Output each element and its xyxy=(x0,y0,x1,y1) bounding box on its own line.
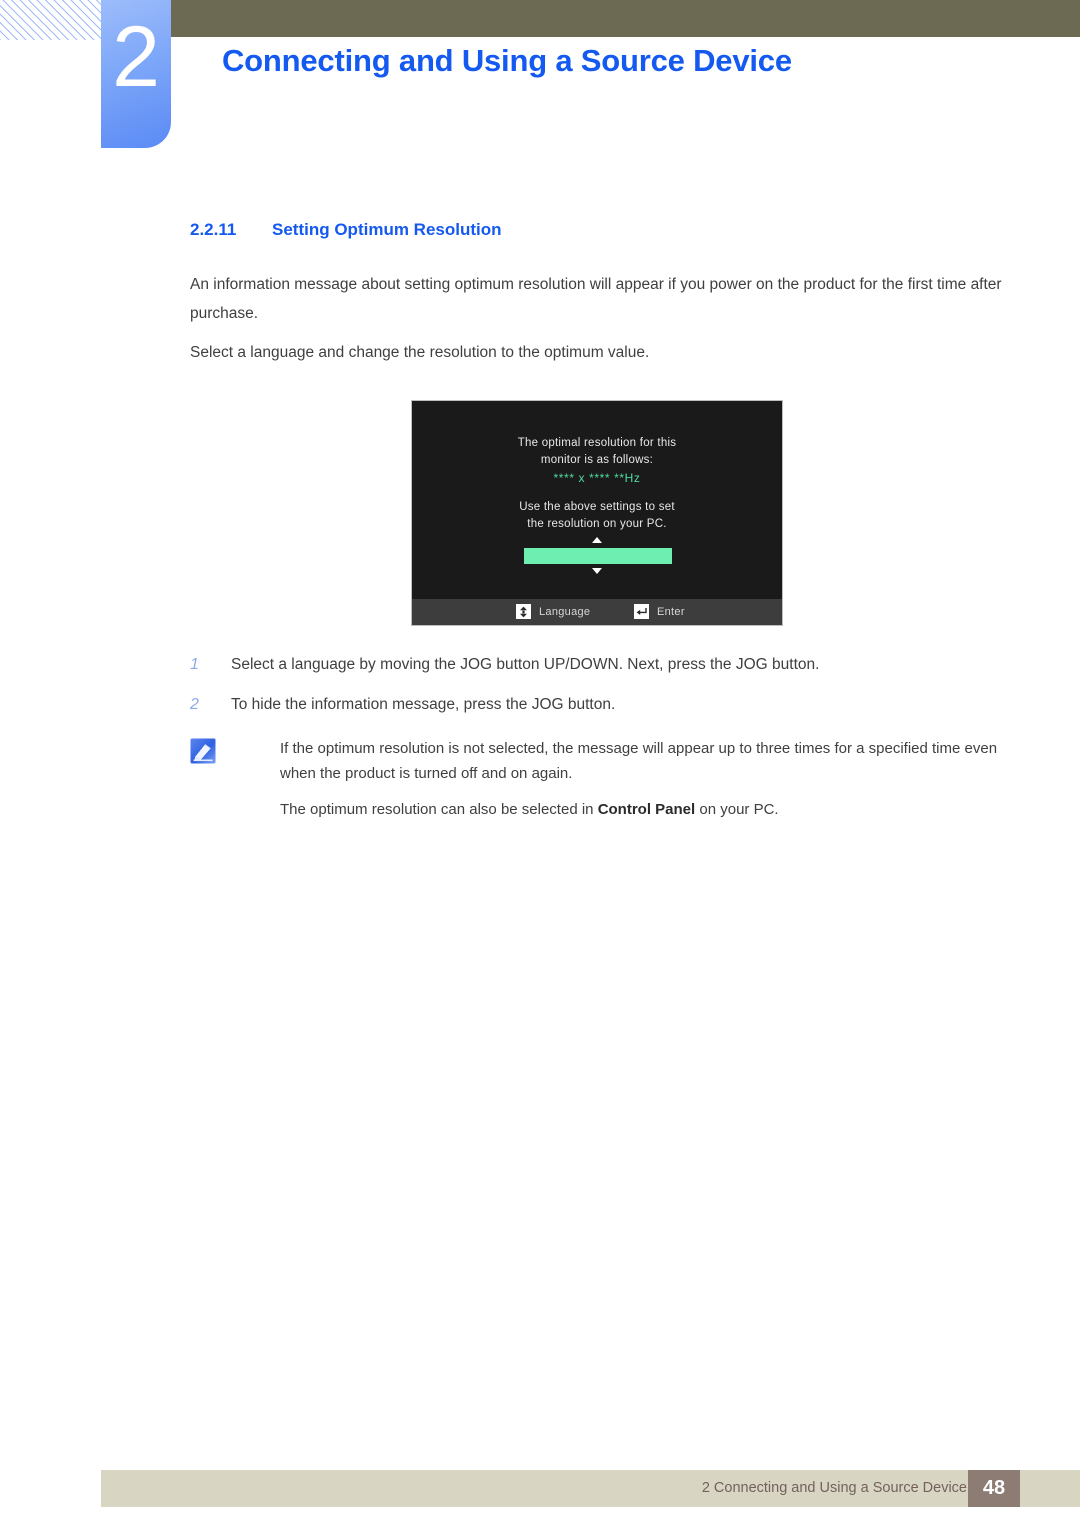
page-number: 48 xyxy=(968,1470,1020,1507)
note-paragraph-2: The optimum resolution can also be selec… xyxy=(280,797,1010,822)
osd-line-2: monitor is as follows: xyxy=(540,454,654,466)
updown-arrows-icon xyxy=(516,604,531,619)
osd-resolution-value: **** x **** **Hz xyxy=(553,471,641,485)
footer-chapter-label: 2 Connecting and Using a Source Device xyxy=(701,1480,967,1496)
osd-line-4: the resolution on your PC. xyxy=(527,518,667,530)
intro-paragraph-2: Select a language and change the resolut… xyxy=(190,344,650,361)
decorative-hatch-pattern xyxy=(0,0,112,40)
osd-body: The optimal resolution for this monitor … xyxy=(412,401,782,600)
note-pen-icon xyxy=(190,738,216,764)
note-p2-before: The optimum resolution can also be selec… xyxy=(280,801,598,818)
osd-key-enter-label: Enter xyxy=(657,605,685,618)
step-index: 1 xyxy=(190,656,199,673)
section-heading: 2.2.11 Setting Optimum Resolution xyxy=(190,220,502,240)
step-text: To hide the information message, press t… xyxy=(231,696,616,713)
page-footer: 2 Connecting and Using a Source Device 4… xyxy=(101,1470,1080,1507)
document-page: 2 Connecting and Using a Source Device 2… xyxy=(0,0,1080,1527)
osd-line-1: The optimal resolution for this xyxy=(517,437,677,449)
osd-footer-bar: Language Enter xyxy=(412,599,782,625)
note-p2-after: on your PC. xyxy=(695,801,779,818)
osd-key-enter[interactable]: Enter xyxy=(634,604,685,619)
chapter-number-tab: 2 xyxy=(101,0,171,148)
note-paragraph-1: If the optimum resolution is not selecte… xyxy=(280,740,998,782)
intro-paragraph-1: An information message about setting opt… xyxy=(190,276,1002,322)
osd-line-3: Use the above settings to set xyxy=(519,501,675,513)
osd-key-language[interactable]: Language xyxy=(516,604,590,619)
osd-arrow-up-icon[interactable] xyxy=(592,537,602,543)
step-text: Select a language by moving the JOG butt… xyxy=(231,656,820,673)
enter-return-icon xyxy=(634,604,649,619)
osd-arrow-down-icon[interactable] xyxy=(592,568,602,574)
section-number: 2.2.11 xyxy=(190,220,237,239)
header-olive-bar xyxy=(171,0,1080,37)
note-text: If the optimum resolution is not selecte… xyxy=(280,736,1010,822)
note-block: If the optimum resolution is not selecte… xyxy=(190,736,1010,822)
step-item: 2 To hide the information message, press… xyxy=(190,692,1010,718)
chapter-number: 2 xyxy=(112,9,160,105)
note-p2-bold: Control Panel xyxy=(597,801,696,818)
osd-key-language-label: Language xyxy=(539,605,591,618)
osd-message-figure: The optimal resolution for this monitor … xyxy=(411,400,783,626)
step-item: 1 Select a language by moving the JOG bu… xyxy=(190,652,1010,678)
osd-language-select-bar[interactable] xyxy=(524,548,672,564)
chapter-title: Connecting and Using a Source Device xyxy=(222,43,792,78)
section-title: Setting Optimum Resolution xyxy=(272,220,502,239)
step-index: 2 xyxy=(190,696,199,713)
